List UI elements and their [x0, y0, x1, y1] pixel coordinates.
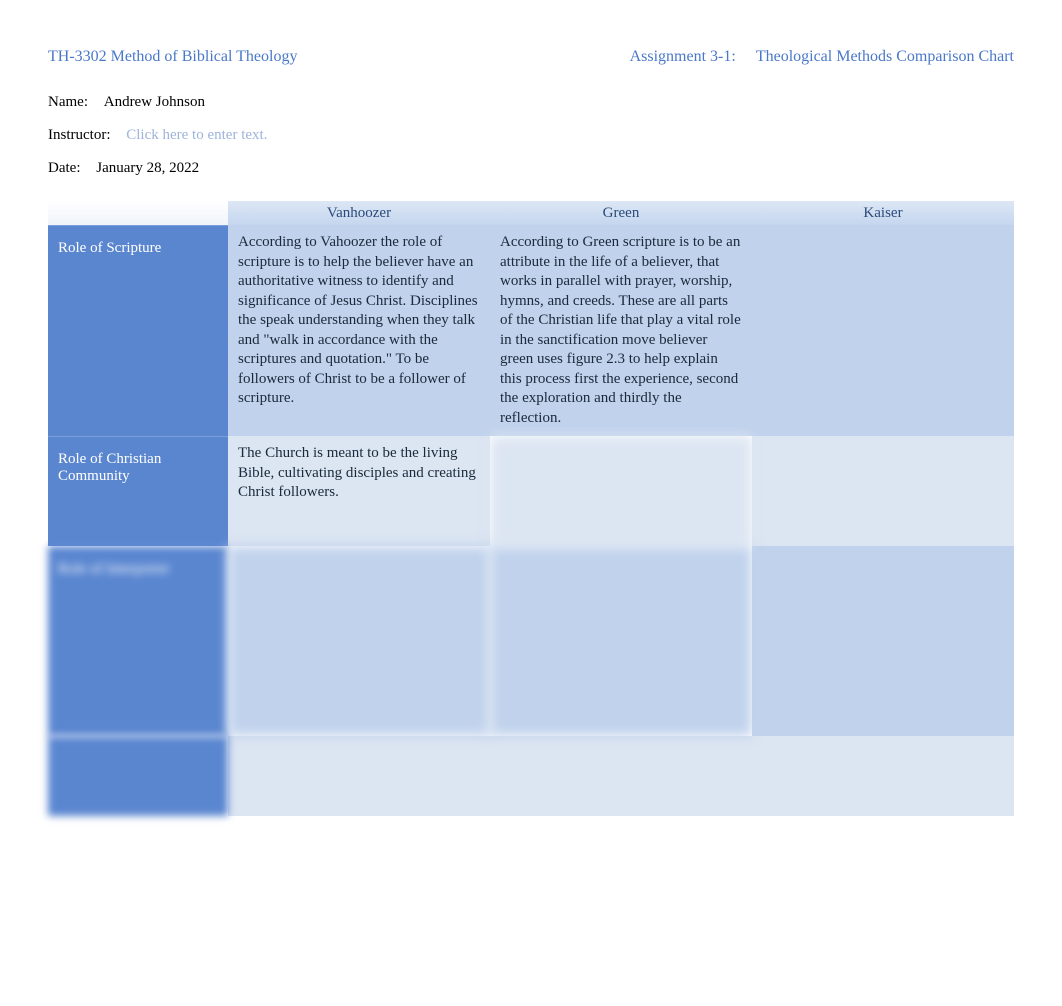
table-header-row: Vanhoozer Green Kaiser [48, 201, 1014, 225]
cell-kaiser-4 [752, 736, 1014, 816]
table-row: Role of Scripture According to Vahoozer … [48, 225, 1014, 436]
cell-vanhoozer-4 [228, 736, 490, 816]
cell-kaiser-interpreter [752, 546, 1014, 736]
column-header-green: Green [490, 201, 752, 225]
name-row: Name: Andrew Johnson [48, 94, 1014, 111]
cell-vanhoozer-interpreter [228, 546, 490, 736]
assignment-block: Assignment 3-1: Theological Methods Comp… [630, 48, 1014, 66]
name-value: Andrew Johnson [104, 94, 205, 111]
assignment-title: Theological Methods Comparison Chart [756, 48, 1014, 66]
header-empty [48, 201, 228, 225]
date-row: Date: January 28, 2022 [48, 160, 1014, 177]
table-row: Role of Christian Community The Church i… [48, 436, 1014, 546]
row-label-4 [48, 736, 228, 816]
column-header-vanhoozer: Vanhoozer [228, 201, 490, 225]
instructor-label: Instructor: [48, 127, 110, 144]
cell-green-4 [490, 736, 752, 816]
table-row [48, 736, 1014, 816]
table-row: Role of Interpreter [48, 546, 1014, 736]
assignment-label: Assignment 3-1: [630, 48, 736, 66]
row-label-community: Role of Christian Community [48, 436, 228, 546]
name-label: Name: [48, 94, 88, 111]
comparison-table: Vanhoozer Green Kaiser Role of Scripture… [48, 201, 1014, 816]
date-value: January 28, 2022 [96, 160, 199, 177]
cell-kaiser-community [752, 436, 1014, 546]
row-label-interpreter: Role of Interpreter [48, 546, 228, 736]
date-label: Date: [48, 160, 80, 177]
course-title: TH-3302 Method of Biblical Theology [48, 48, 297, 66]
instructor-row: Instructor: Click here to enter text. [48, 127, 1014, 144]
cell-green-interpreter [490, 546, 752, 736]
cell-vanhoozer-scripture: According to Vahoozer the role of script… [228, 225, 490, 436]
instructor-placeholder[interactable]: Click here to enter text. [126, 127, 267, 144]
column-header-kaiser: Kaiser [752, 201, 1014, 225]
row-label-scripture: Role of Scripture [48, 225, 228, 436]
cell-vanhoozer-community: The Church is meant to be the living Bib… [228, 436, 490, 546]
cell-green-scripture: According to Green scripture is to be an… [490, 225, 752, 436]
document-header: TH-3302 Method of Biblical Theology Assi… [48, 48, 1014, 66]
cell-green-community [490, 436, 752, 546]
cell-kaiser-scripture [752, 225, 1014, 436]
